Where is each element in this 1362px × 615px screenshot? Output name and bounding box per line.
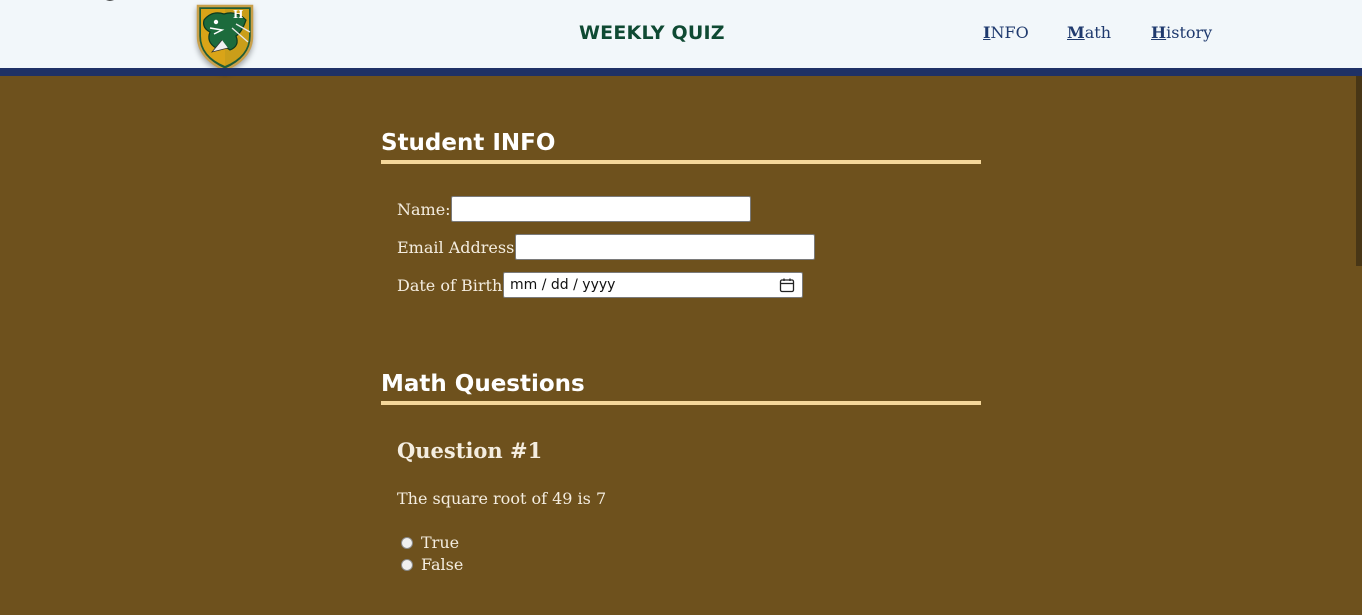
student-info-heading: Student INFO (381, 130, 556, 156)
radio-false[interactable] (401, 559, 413, 571)
calendar-icon[interactable] (779, 277, 795, 293)
nav-link-history[interactable]: History (1151, 23, 1212, 42)
logo-letter: H (233, 8, 243, 21)
dob-placeholder: mm / dd / yyyy (510, 277, 616, 293)
page-title: WEEKLY QUIZ (579, 22, 725, 44)
question-title: Question #1 (397, 438, 543, 463)
dob-label: Date of Birth: (397, 276, 508, 295)
nav-link-history-key: H (1151, 23, 1167, 42)
math-questions-rule (381, 401, 981, 405)
name-label: Name: (397, 200, 451, 219)
nav-link-info-rest: NFO (990, 23, 1029, 42)
dob-field[interactable]: mm / dd / yyyy (503, 272, 803, 298)
radio-true[interactable] (401, 537, 413, 549)
email-label: Email Address: (397, 238, 520, 257)
nav-link-math[interactable]: Math (1067, 23, 1111, 42)
radio-false-label[interactable]: False (421, 555, 463, 574)
nav-link-history-rest: istory (1166, 23, 1213, 42)
scrollbar-thumb[interactable] (1356, 76, 1362, 266)
math-questions-heading: Math Questions (381, 371, 585, 397)
radio-true-label[interactable]: True (421, 533, 459, 552)
question-text: The square root of 49 is 7 (397, 489, 607, 508)
nav-link-math-rest: ath (1084, 23, 1111, 42)
nav-link-info[interactable]: INFO (983, 23, 1029, 42)
name-field[interactable] (451, 196, 751, 222)
site-header: H WEEKLY QUIZ INFO Math History (0, 0, 1362, 72)
corner-mark-icon (106, 0, 114, 1)
nav-link-math-key: M (1067, 23, 1085, 42)
student-info-rule (381, 160, 981, 164)
school-shield-logo-icon: H (196, 4, 254, 72)
header-divider-bar (0, 68, 1362, 76)
email-field[interactable] (515, 234, 815, 260)
